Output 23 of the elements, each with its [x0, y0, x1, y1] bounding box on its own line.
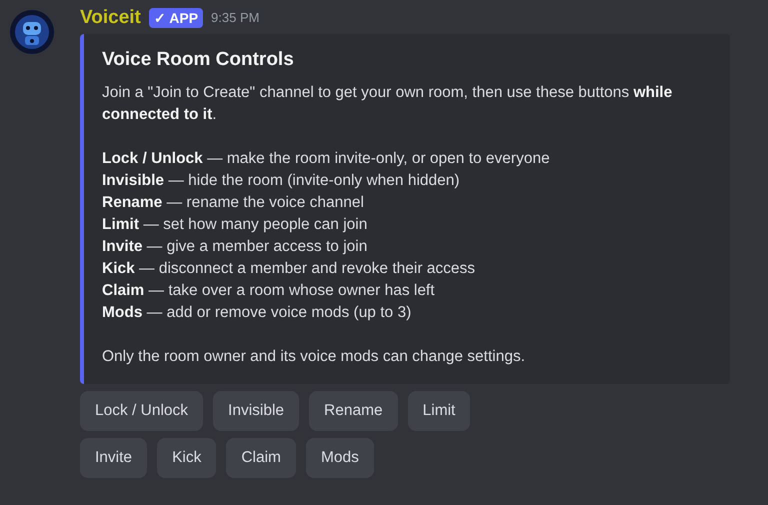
- command-description: Rename — rename the voice channel: [102, 193, 365, 213]
- control-button[interactable]: Kick: [157, 438, 216, 478]
- avatar: [10, 10, 54, 54]
- command-description: Lock / Unlock — make the room invite-only, or open to everyone: [102, 149, 551, 169]
- command-description: Claim — take over a room whose owner has left: [102, 281, 436, 301]
- control-button[interactable]: Mods: [306, 438, 374, 478]
- control-button[interactable]: Rename: [309, 391, 398, 431]
- author-name[interactable]: Voiceit: [80, 6, 141, 30]
- intro-text: Join a "Join to Create" channel to get your own room, then use these buttons while connected to it.: [102, 83, 674, 125]
- control-button[interactable]: Limit: [408, 391, 470, 431]
- app-badge: ✓ APP: [148, 8, 204, 28]
- command-description: Kick — disconnect a member and revoke their access: [102, 259, 476, 279]
- command-description: Invisible — hide the room (invite-only when hidden): [102, 171, 461, 191]
- command-description: Invite — give a member access to join: [102, 237, 368, 257]
- timestamp: 9:35 PM: [211, 9, 260, 28]
- control-button[interactable]: Claim: [226, 438, 296, 478]
- control-button[interactable]: Invisible: [213, 391, 300, 431]
- command-description: Limit — set how many people can join: [102, 215, 368, 235]
- footer-text: Only the room owner and its voice mods can change settings.: [102, 347, 526, 367]
- control-button[interactable]: Invite: [80, 438, 148, 478]
- embed-title: Voice Room Controls: [102, 48, 295, 72]
- control-button[interactable]: Lock / Unlock: [80, 391, 204, 431]
- command-description: Mods — add or remove voice mods (up to 3): [102, 303, 412, 323]
